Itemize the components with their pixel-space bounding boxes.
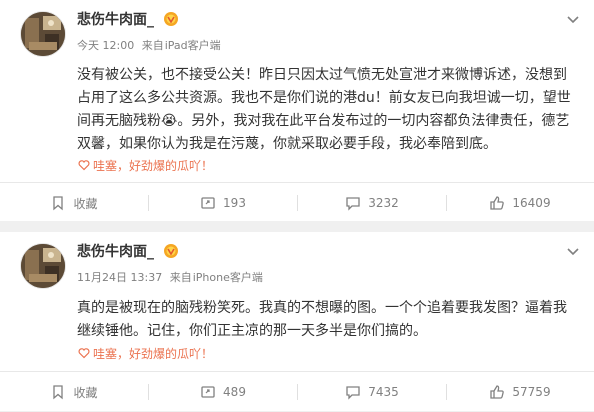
like-icon — [489, 195, 505, 211]
bookmark-label: 收藏 — [73, 196, 98, 211]
post-time[interactable]: 今天 12:00 — [77, 39, 134, 52]
like-count: 57759 — [512, 385, 551, 399]
share-icon — [200, 384, 216, 400]
share-button[interactable]: 193 — [149, 183, 297, 223]
bookmark-label: 收藏 — [73, 385, 98, 400]
bookmark-button[interactable]: 收藏 — [0, 372, 148, 412]
post-text-line: 没有被公关，也不接受公关！昨日只因太过气愤无处宣泄才来微博诉述，没想到 — [77, 67, 567, 83]
vip-badge-icon — [163, 11, 179, 27]
comment-button[interactable]: 7435 — [298, 372, 446, 412]
post-text-line: 双馨，如果你认为我是在污蔑，你就采取必要手段，我必奉陪到底。 — [77, 136, 497, 152]
share-icon — [200, 195, 216, 211]
action-bar: 收藏 193 3232 16409 — [0, 182, 594, 223]
from-label: 来自 — [169, 271, 192, 284]
comment-icon — [345, 384, 361, 400]
share-count: 489 — [223, 385, 246, 399]
avatar[interactable] — [21, 244, 65, 288]
post-source[interactable]: iPhone客户端 — [193, 271, 263, 284]
vip-badge-icon — [163, 243, 179, 259]
heart-icon — [78, 159, 90, 171]
post-text-line: 真的是被现在的脑残粉笑死。我真的不想曝的图。一个个追着要我发图？逼着我 — [77, 300, 567, 316]
weibo-post: 悲伤牛肉面_ 今天 12:00 来自iPad客户端 没有被公关，也不接受公关！昨… — [0, 0, 594, 221]
bookmark-icon — [50, 384, 66, 400]
like-icon — [489, 384, 505, 400]
comment-count: 3232 — [368, 196, 399, 210]
post-source[interactable]: iPad客户端 — [165, 39, 221, 52]
like-button[interactable]: 57759 — [446, 372, 594, 412]
sub-text-label: 哇塞，好劲爆的瓜吖！ — [93, 159, 214, 173]
like-button[interactable]: 16409 — [446, 183, 594, 223]
avatar[interactable] — [21, 12, 65, 56]
like-count: 16409 — [512, 196, 551, 210]
username[interactable]: 悲伤牛肉面_ — [77, 242, 154, 262]
bookmark-button[interactable]: 收藏 — [0, 183, 148, 223]
comment-count: 7435 — [368, 385, 399, 399]
post-time[interactable]: 11月24日 13:37 — [77, 271, 162, 284]
post-text-line: 占用了这么多公共资源。我也不是你们说的港du！前女友已向我坦诚一切，望世 — [77, 90, 571, 106]
post-text-line: 间再无脑残粉😭。另外，我对我在此平台发布过的一切内容都负法律责任，德艺 — [77, 113, 570, 129]
chevron-down-icon[interactable] — [566, 10, 580, 24]
comment-button[interactable]: 3232 — [298, 183, 446, 223]
heart-icon — [78, 347, 90, 359]
post-text: 没有被公关，也不接受公关！昨日只因太过气愤无处宣泄才来微博诉述，没想到 占用了这… — [77, 64, 577, 156]
sub-text-label: 哇塞，好劲爆的瓜吖！ — [93, 347, 214, 361]
comment-icon — [345, 195, 361, 211]
weibo-post: 悲伤牛肉面_ 11月24日 13:37 来自iPhone客户端 真的是被现在的脑… — [0, 232, 594, 411]
username[interactable]: 悲伤牛肉面_ — [77, 10, 154, 30]
from-label: 来自 — [141, 39, 164, 52]
share-button[interactable]: 489 — [149, 372, 297, 412]
post-text: 真的是被现在的脑残粉笑死。我真的不想曝的图。一个个追着要我发图？逼着我 继续锤他… — [77, 297, 577, 343]
post-meta: 今天 12:00 来自iPad客户端 — [77, 38, 221, 54]
chevron-down-icon[interactable] — [566, 242, 580, 256]
post-meta: 11月24日 13:37 来自iPhone客户端 — [77, 270, 263, 286]
share-count: 193 — [223, 196, 246, 210]
post-sub-text[interactable]: 哇塞，好劲爆的瓜吖！ — [78, 346, 213, 362]
bookmark-icon — [50, 195, 66, 211]
action-bar: 收藏 489 7435 57759 — [0, 371, 594, 412]
post-text-line: 继续锤他。记住，你们正主凉的那一天多半是你们搞的。 — [77, 323, 427, 339]
post-sub-text[interactable]: 哇塞，好劲爆的瓜吖！ — [78, 158, 213, 174]
